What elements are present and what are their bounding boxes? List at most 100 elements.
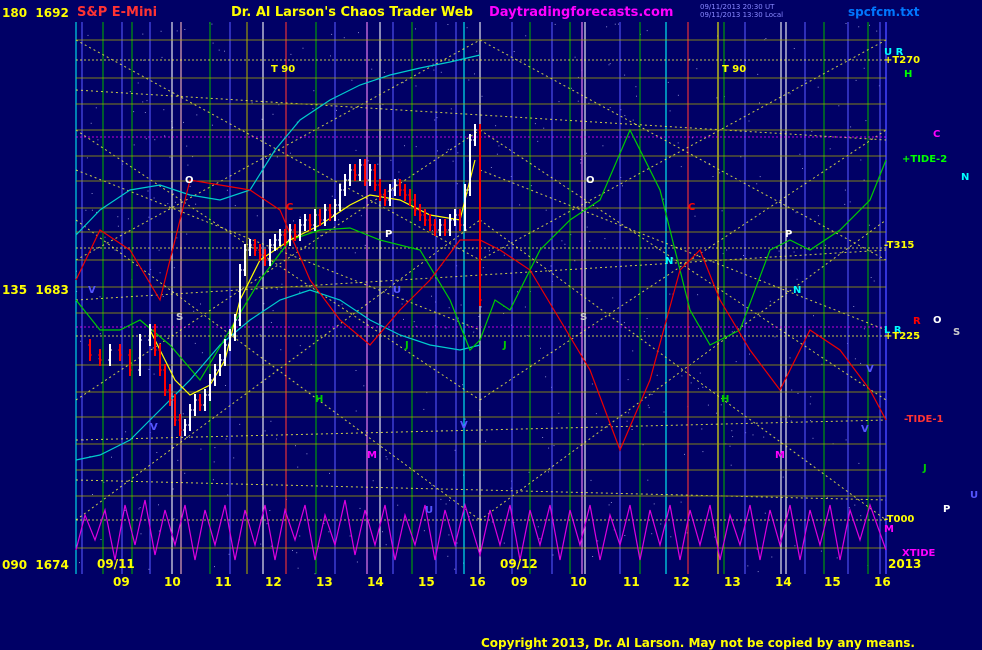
star [865,120,867,122]
star [299,535,301,537]
star [313,90,315,92]
star [462,384,464,386]
star [854,504,856,506]
star [377,163,379,165]
star [367,160,369,162]
star [415,146,417,148]
star [774,336,776,338]
star [213,461,215,463]
star [401,303,403,305]
chart-label: N [665,256,674,267]
star [765,38,767,39]
star [448,307,450,309]
star [226,189,228,191]
star [677,94,679,96]
star [868,224,870,226]
star [789,357,791,359]
star [844,203,846,205]
star [173,518,175,520]
star [299,345,301,347]
chart-label: S [176,312,184,323]
star [482,267,484,269]
star [189,437,191,438]
star [690,382,692,384]
star [480,306,482,308]
site-link[interactable]: Daytradingforecasts.com [489,5,673,20]
star [431,295,432,297]
x-tick-label: 09 [113,575,130,589]
star [782,476,784,478]
star [586,226,588,228]
star [561,240,563,242]
chart-label: T 90 [722,64,747,75]
star [635,86,637,88]
star [858,26,860,28]
star [643,331,645,333]
star [731,331,733,333]
star [183,121,184,123]
chart-label: V [460,420,468,431]
star [233,457,235,459]
star [696,68,698,70]
star [360,215,362,217]
star [200,448,202,450]
star [624,115,626,117]
star [863,328,865,330]
chart-label: P [785,229,793,240]
chart-label: J [405,340,409,351]
star [590,479,592,481]
star [355,410,357,412]
star [173,193,175,195]
star [757,571,759,573]
star [543,127,545,129]
right-label: R [913,316,921,327]
star [812,437,814,439]
x-tick-label: 15 [824,575,841,589]
star [694,215,696,217]
star [456,183,458,185]
star [716,97,718,99]
star [663,411,665,413]
star [836,557,838,559]
star [154,139,156,141]
star [825,244,827,246]
x-tick-label: 10 [570,575,587,589]
star [434,119,436,121]
star [182,413,184,415]
star [159,272,161,274]
x-tick-label: 14 [775,575,792,589]
star [699,372,701,374]
star [296,552,298,554]
star [331,33,333,35]
star [142,101,144,103]
star [729,445,731,447]
star [791,389,793,391]
star [133,111,135,113]
star [795,212,797,214]
star [632,119,634,121]
star [365,430,367,432]
star [328,531,330,533]
star [382,531,383,533]
star [604,238,606,240]
right-label: XTIDE [902,548,936,559]
star [670,536,672,538]
star [448,534,450,536]
chart-label: V [88,285,96,296]
date-label-1: 09/11 [97,557,135,571]
star [454,568,456,570]
star [558,412,560,414]
star [306,453,308,455]
star [386,458,388,460]
star [554,23,556,25]
star [440,71,442,73]
star [545,209,547,211]
star [763,436,765,438]
star [743,255,744,256]
y-label-mid: 135 1683 [2,283,69,297]
star [336,109,337,111]
star [297,567,299,569]
star [476,50,478,52]
star [364,244,366,246]
star [757,73,759,75]
